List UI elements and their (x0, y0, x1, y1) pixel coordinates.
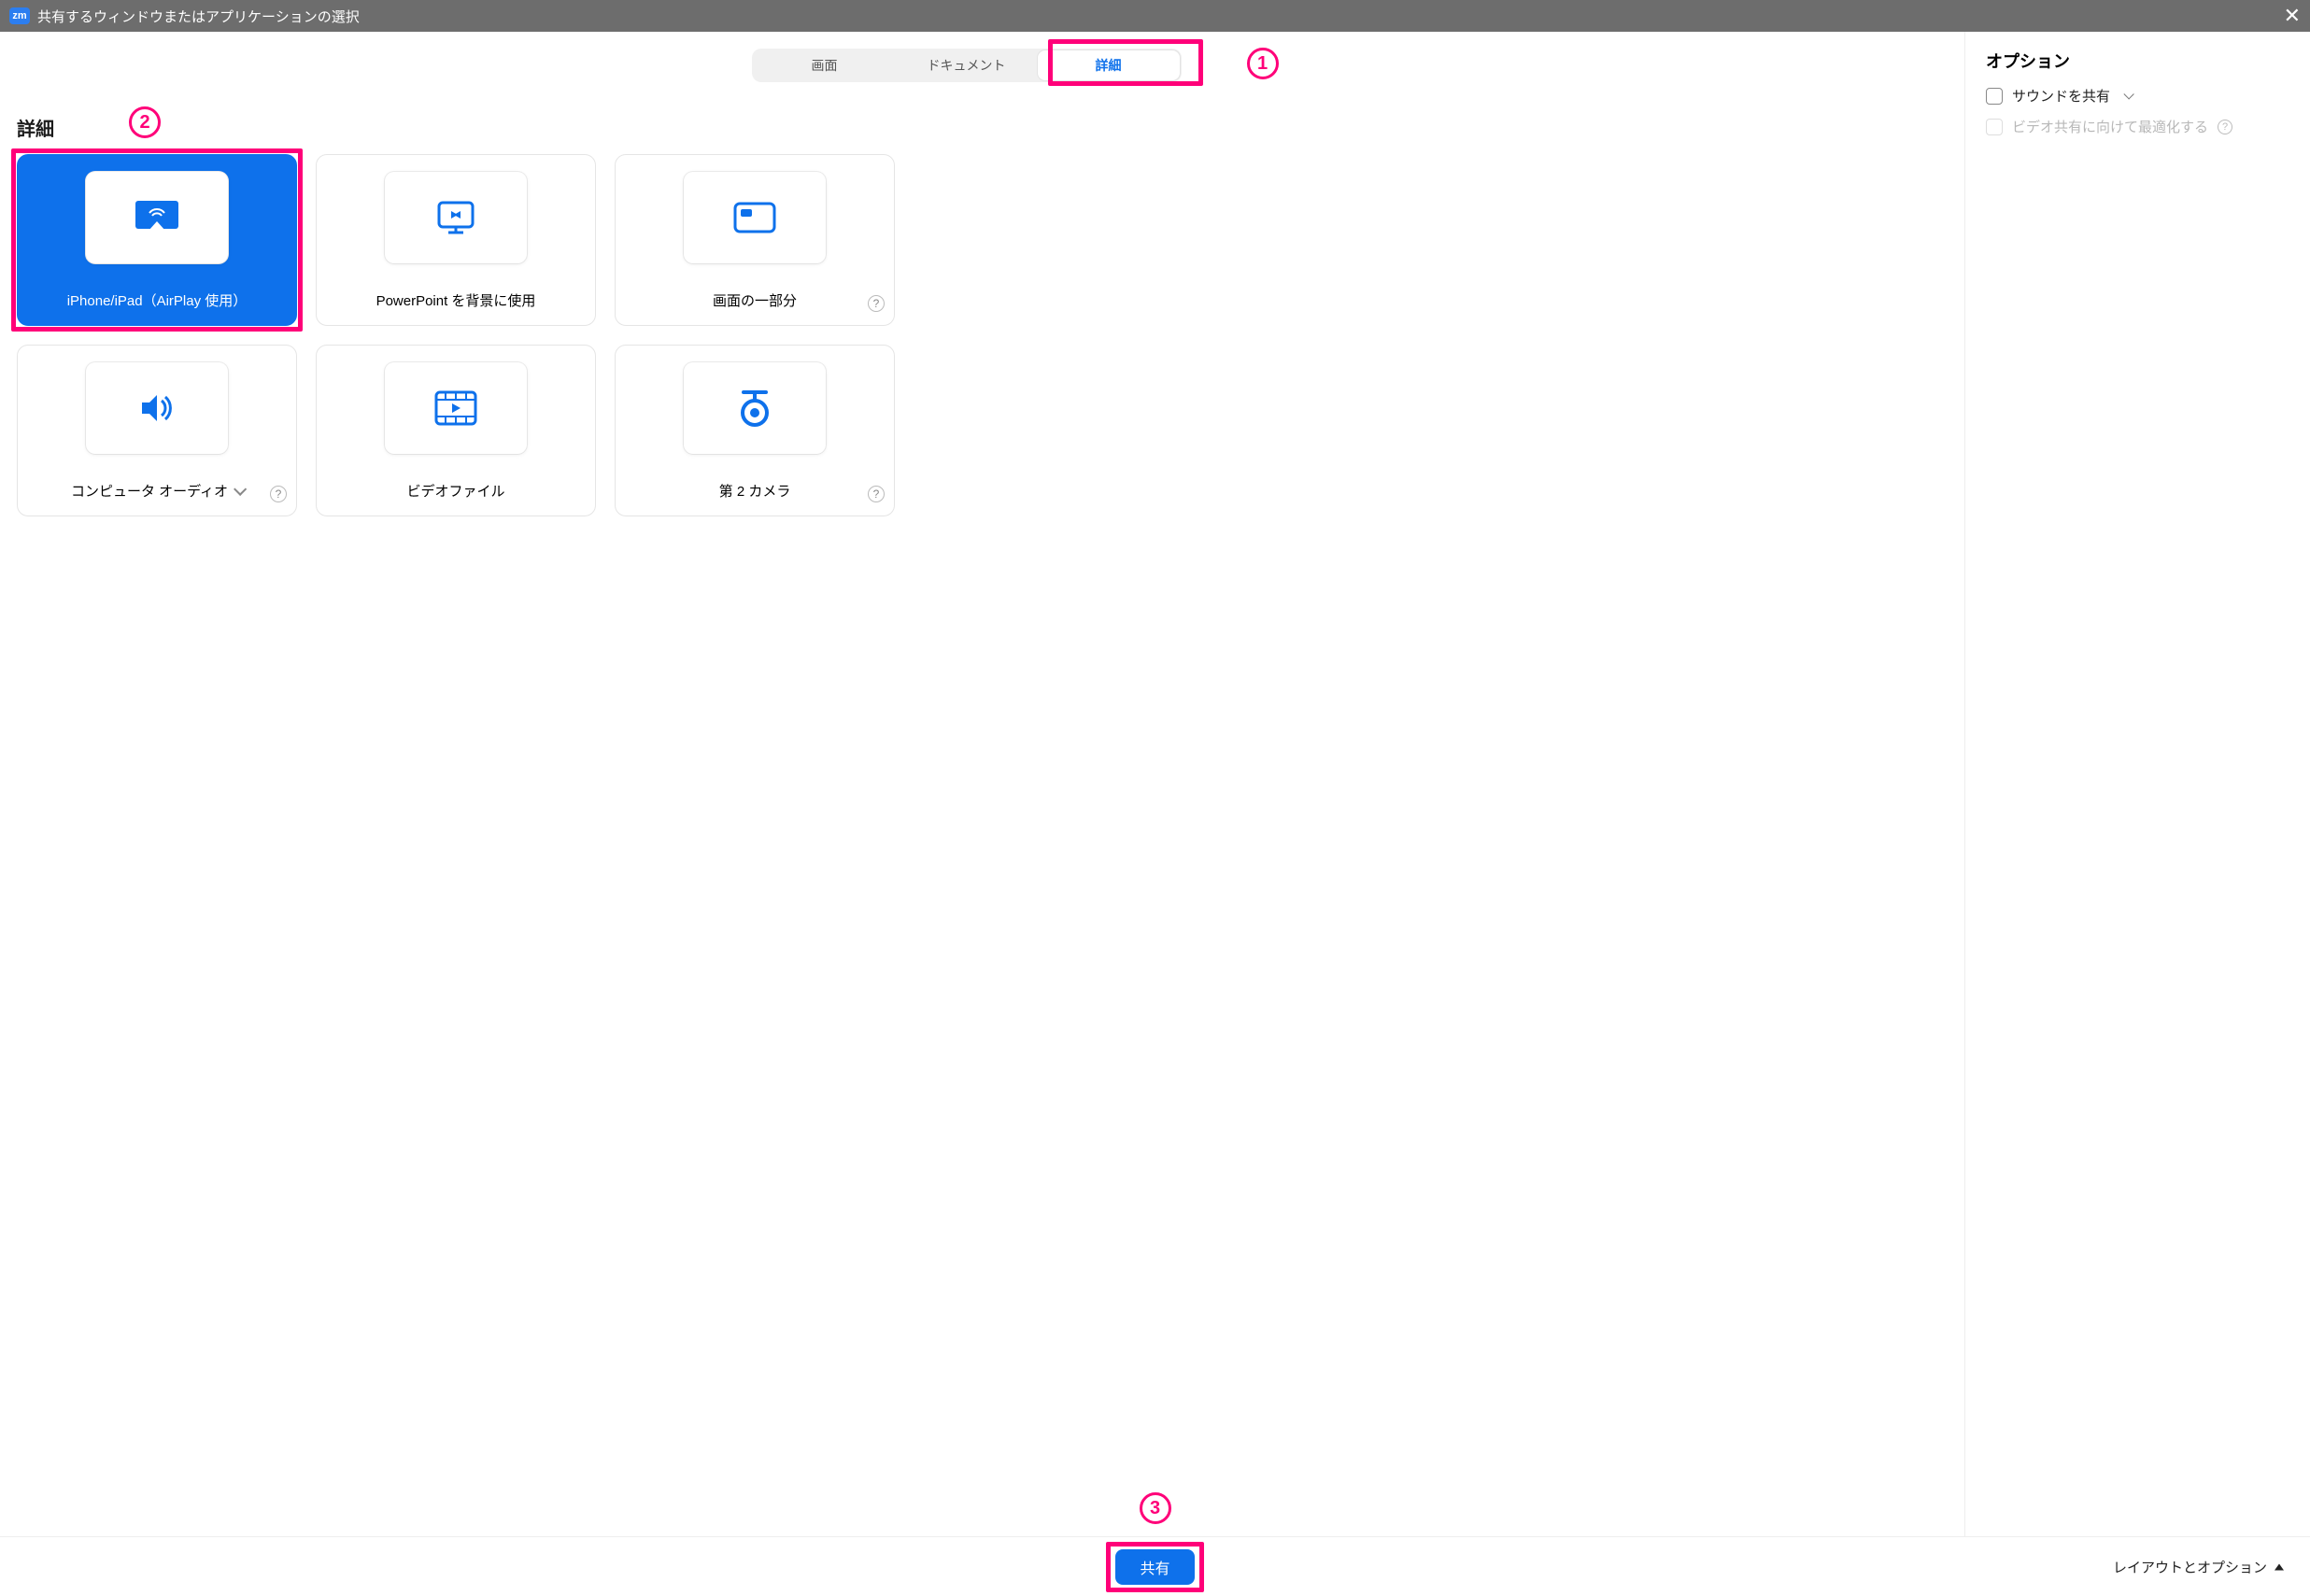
close-icon[interactable]: ✕ (2284, 6, 2301, 26)
card-label: PowerPoint を背景に使用 (376, 290, 536, 310)
card-iphone-ipad-airplay[interactable]: iPhone/iPad（AirPlay 使用） (17, 154, 297, 326)
card-thumb (684, 172, 826, 263)
tab-screen[interactable]: 画面 (754, 50, 896, 80)
annotation-3: 3 (1140, 1492, 1171, 1524)
titlebar: zm 共有するウィンドウまたはアプリケーションの選択 ✕ (0, 0, 2310, 32)
annotation-2: 2 (129, 106, 161, 138)
option-label: ビデオ共有に向けて最適化する (2012, 117, 2208, 136)
tabs: 画面 ドキュメント 詳細 (752, 49, 1182, 82)
info-icon[interactable]: ? (868, 486, 885, 502)
info-icon[interactable]: ? (270, 486, 287, 502)
window-title: 共有するウィンドウまたはアプリケーションの選択 (37, 7, 360, 26)
help-icon[interactable]: ? (2218, 120, 2232, 134)
card-thumb (385, 172, 527, 263)
card-video-file[interactable]: ビデオファイル (316, 345, 596, 516)
presentation-icon (435, 199, 476, 236)
option-share-sound[interactable]: サウンドを共有 (1986, 86, 2289, 106)
option-optimize-video: ビデオ共有に向けて最適化する ? (1986, 117, 2289, 136)
tabs-container: 画面 ドキュメント 詳細 1 (17, 49, 1948, 82)
tab-document[interactable]: ドキュメント (896, 50, 1038, 80)
speaker-icon (136, 389, 177, 427)
checkbox-icon (1986, 119, 2003, 135)
card-portion-of-screen[interactable]: 画面の一部分 ? (615, 154, 895, 326)
triangle-up-icon (2275, 1563, 2284, 1570)
content-area: 画面 ドキュメント 詳細 1 詳細 2 (0, 32, 2310, 1536)
screen-portion-icon (733, 202, 776, 233)
airplay-icon (134, 199, 180, 236)
options-panel: オプション サウンドを共有 ビデオ共有に向けて最適化する ? (1964, 32, 2310, 1536)
card-thumb (385, 362, 527, 454)
webcam-icon (736, 388, 773, 428)
options-heading: オプション (1986, 49, 2289, 73)
section-heading-advanced: 詳細 (17, 114, 1948, 141)
card-thumb (86, 362, 228, 454)
card-label: 画面の一部分 (713, 290, 797, 310)
left-panel: 画面 ドキュメント 詳細 1 詳細 2 (0, 32, 1964, 1536)
film-icon (434, 390, 477, 426)
layout-options-label: レイアウトとオプション (2113, 1557, 2267, 1576)
footer: 3 共有 レイアウトとオプション (0, 1536, 2310, 1596)
tab-advanced[interactable]: 詳細 (1038, 50, 1180, 80)
card-thumb (86, 172, 228, 263)
card-second-camera[interactable]: 第 2 カメラ ? (615, 345, 895, 516)
card-thumb (684, 362, 826, 454)
info-icon[interactable]: ? (868, 295, 885, 312)
card-label: ビデオファイル (406, 481, 504, 501)
chevron-down-icon[interactable] (2123, 89, 2133, 99)
share-button[interactable]: 共有 (1115, 1549, 1194, 1585)
card-label: コンピュータ オーディオ (71, 481, 228, 501)
share-options-grid: iPhone/iPad（AirPlay 使用） PowerPoint を背景に使… (17, 154, 895, 516)
layout-and-options-button[interactable]: レイアウトとオプション (2113, 1557, 2284, 1576)
chevron-down-icon[interactable] (234, 482, 247, 495)
card-powerpoint-background[interactable]: PowerPoint を背景に使用 (316, 154, 596, 326)
option-label: サウンドを共有 (2012, 86, 2110, 106)
card-label: iPhone/iPad（AirPlay 使用） (67, 290, 248, 310)
zoom-app-icon: zm (9, 7, 30, 24)
card-computer-audio[interactable]: コンピュータ オーディオ ? (17, 345, 297, 516)
annotation-1: 1 (1247, 48, 1279, 79)
checkbox-icon[interactable] (1986, 88, 2003, 105)
card-label: 第 2 カメラ (719, 481, 791, 501)
